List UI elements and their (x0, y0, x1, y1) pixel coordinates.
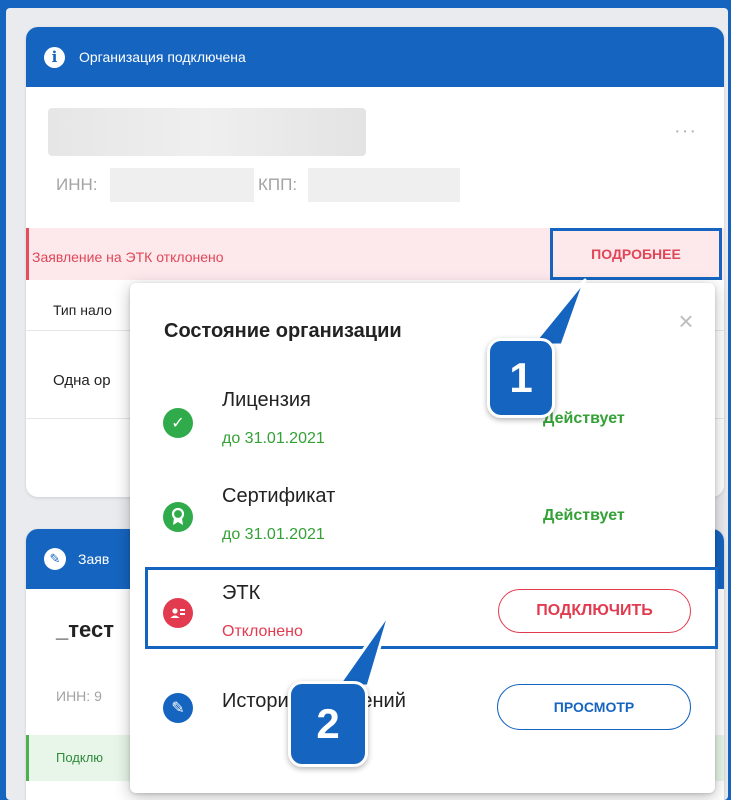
more-options-icon[interactable]: ··· (674, 120, 697, 143)
popup-title: Состояние организации (164, 320, 402, 342)
callout-1: 1 (487, 338, 555, 418)
connected-status-text: Подклю (56, 750, 104, 765)
callout-2: 2 (288, 681, 368, 767)
kpp-value-redacted (308, 168, 460, 202)
etk-title: ЭТК (222, 582, 261, 604)
kpp-label: КПП: (258, 175, 298, 194)
card-header: i Организация подключена (26, 27, 724, 87)
pencil-icon: ✎ (163, 693, 193, 723)
org-name: _тест (56, 617, 114, 642)
pencil-icon: ✎ (44, 548, 66, 570)
certificate-icon (163, 502, 193, 532)
tax-type-label: Тип нало (53, 302, 112, 318)
view-button[interactable]: ПРОСМОТР (497, 684, 691, 730)
license-expiry: до 31.01.2021 (222, 430, 325, 447)
organization-name-redacted (48, 108, 366, 156)
inn-label-2: ИНН: 9 (56, 688, 102, 704)
etk-status: Отклонено (222, 623, 303, 640)
inn-label: ИНН: (56, 175, 98, 194)
connect-button[interactable]: ПОДКЛЮЧИТЬ (498, 589, 691, 633)
card-header-title: Организация подключена (79, 49, 246, 65)
inn-value-redacted (110, 168, 254, 202)
certificate-expiry: до 31.01.2021 (222, 526, 325, 543)
close-icon[interactable]: × (671, 306, 701, 336)
details-button[interactable]: ПОДРОБНЕЕ (550, 228, 722, 280)
license-title: Лицензия (222, 389, 311, 411)
alert-text: Заявление на ЭТК отклонено (32, 249, 224, 265)
info-icon: i (44, 46, 65, 68)
card2-header-title: Заяв (78, 551, 110, 567)
check-icon: ✓ (163, 408, 193, 438)
one-org-text: Одна ор (53, 372, 111, 389)
certificate-title: Сертификат (222, 485, 336, 507)
license-status: Действует (543, 410, 625, 427)
id-card-icon (163, 598, 193, 628)
certificate-status: Действует (543, 507, 625, 524)
